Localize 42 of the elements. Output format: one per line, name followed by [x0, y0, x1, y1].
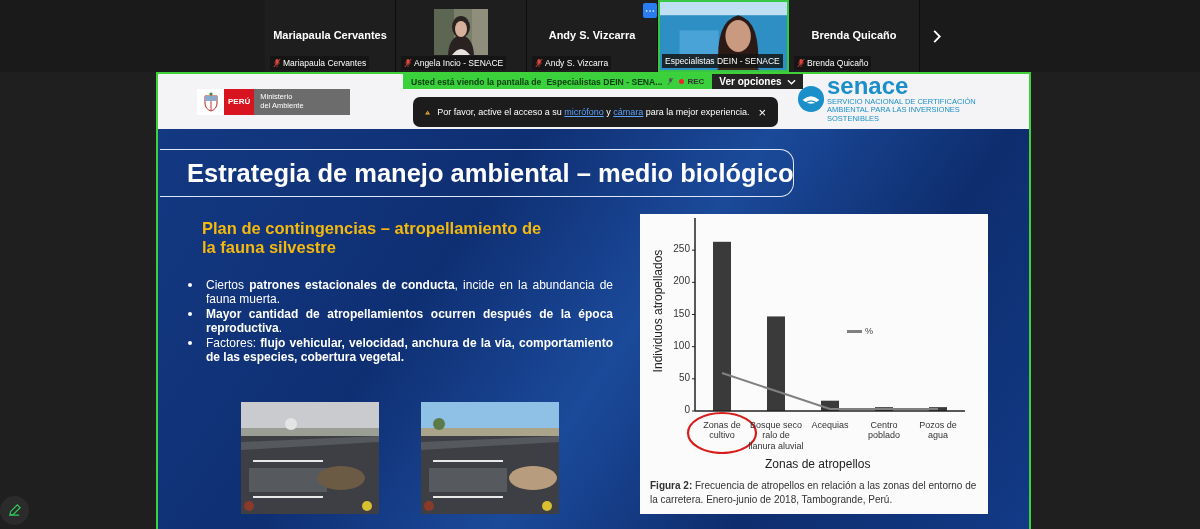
- brand-name: senace: [827, 74, 910, 98]
- participant-name: Brenda Quicaño: [811, 29, 897, 41]
- category-label: Zonas de cultivo: [702, 420, 742, 441]
- category-label: Pozos de agua: [918, 420, 958, 441]
- legend-item: %: [847, 326, 873, 336]
- permission-link[interactable]: cámara: [613, 107, 644, 117]
- tick-label: 150: [672, 307, 690, 319]
- participant-tile[interactable]: Andy S. Vizcarra Andy S. Vizcarra: [527, 0, 658, 72]
- figure-caption: Figura 2: Frecuencia de atropellos en relación a las zonas del entorno de la carretera. Enero-junio de 2018, Tambogrande, Perú.: [649, 479, 978, 506]
- banner-text: Usted está viendo la pantalla de: [411, 76, 542, 87]
- close-button[interactable]: ×: [756, 104, 768, 120]
- participant-tile[interactable]: Brenda Quicaño Brenda Quicaño: [789, 0, 920, 72]
- category-label: Centro poblado: [866, 420, 901, 441]
- tick-label: 250: [672, 243, 690, 255]
- tick-label: 0: [683, 404, 690, 415]
- bullet-text: Factores: flujo vehicular, velocidad, anchura de la vía, comportamiento de las especies, cobertura vegetal.: [206, 335, 613, 365]
- participant-label: Mariapaula Cervantes: [283, 58, 367, 68]
- participant-label: Especialistas DEIN - SENACE: [665, 56, 780, 66]
- participant-label: Angela Incio - SENACE: [414, 58, 504, 68]
- tick-label: 200: [672, 275, 690, 287]
- participant-name: Mariapaula Cervantes: [273, 29, 387, 41]
- participant-tile[interactable]: Mariapaula Cervantes Mariapaula Cervantes: [265, 0, 396, 72]
- section-heading: Plan de contingencias – atropellamiento de la fauna silvestre: [201, 219, 542, 257]
- category-label: Acequias: [810, 420, 850, 431]
- tick-label: 100: [672, 339, 690, 351]
- permission-message: Por favor, active el acceso a su micrófono y cámara para la mejor experiencia.: [437, 107, 750, 117]
- slide-title: Estrategia de manejo ambiental – medio biológico: [160, 149, 794, 197]
- presenter-name: Especialistas DEIN - SENA...: [546, 76, 663, 87]
- permission-link[interactable]: micrófono: [564, 107, 604, 117]
- participant-tile[interactable]: Angela Incio - SENACE: [396, 0, 527, 72]
- participant-label: Andy S. Vizcarra: [545, 58, 609, 68]
- bullet-text: Ciertos patrones estacionales de conducta, incide en la abundancia de fauna muerta.: [206, 277, 613, 307]
- axis-title: Zonas de atropellos: [765, 457, 871, 471]
- participant-label: Brenda Quicaño: [807, 58, 869, 68]
- view-options-button[interactable]: Ver opciones: [712, 74, 803, 89]
- participant-tile[interactable]: Especialistas DEIN - SENACE: [658, 0, 789, 72]
- bullet-text: Mayor cantidad de atropellamientos ocurren después de la época reproductiva.: [206, 306, 613, 336]
- country-label: PERÚ: [224, 88, 255, 115]
- participant-name: Andy S. Vizcarra: [548, 29, 636, 41]
- tick-label: 50: [677, 371, 690, 383]
- recording-indicator: REC: [679, 77, 705, 86]
- axis-title: Individuos atropellados: [651, 248, 665, 375]
